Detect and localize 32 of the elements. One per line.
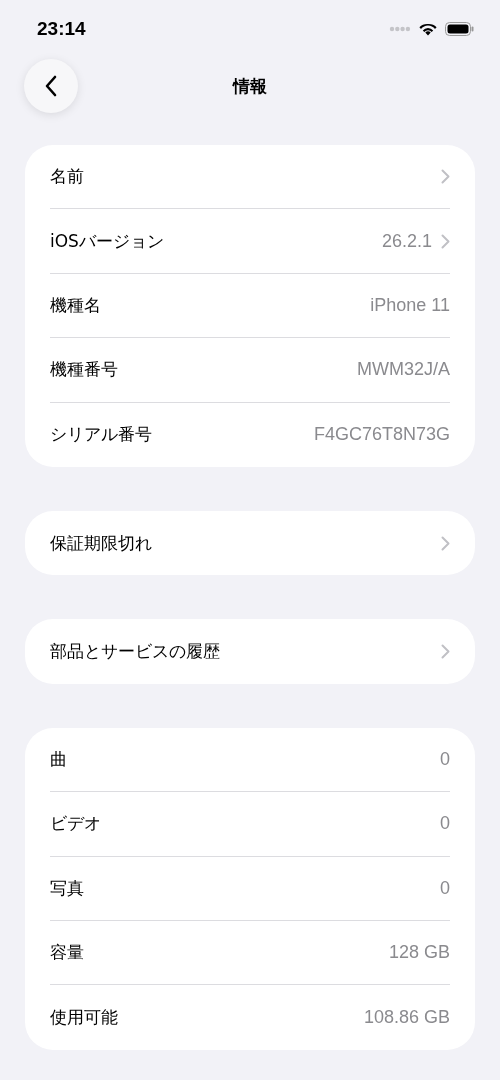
row-label: シリアル番号 [50, 423, 152, 447]
row-label: 保証期限切れ [50, 531, 152, 555]
row-value: iPhone 11 [370, 294, 450, 316]
chevron-icon[interactable] [441, 535, 450, 551]
nav-title: 情報 [233, 74, 267, 98]
row-label: iOSバージョン [50, 229, 164, 253]
chevron-icon[interactable] [441, 169, 450, 185]
row-label: 使用可能 [50, 1006, 118, 1029]
row-value: 108.86 GB [363, 1007, 450, 1028]
battery-icon [445, 22, 474, 36]
row-value: 26.2.1 [381, 230, 432, 252]
row-label: 機種名 [50, 293, 101, 317]
back-button[interactable] [24, 59, 78, 113]
row-value: 128 GB [388, 942, 450, 964]
row-label: 容量 [50, 941, 84, 965]
signal-icon [389, 26, 411, 32]
row-value: 0 [440, 748, 450, 770]
chevron-icon[interactable] [441, 233, 450, 249]
row-label: 曲 [50, 747, 67, 771]
row-label: 名前 [50, 165, 84, 189]
chevron-left-icon [44, 75, 58, 97]
row-label: 機種番号 [50, 358, 118, 382]
chevron-icon[interactable] [441, 644, 450, 660]
row-label: 写真 [50, 876, 84, 900]
wifi-icon [419, 22, 437, 36]
row-value: 0 [440, 813, 450, 835]
row-value: MWM32J/A [357, 359, 450, 381]
row-value: F4GC76T8N73G [313, 424, 450, 446]
status-time: 23:14 [37, 18, 86, 40]
row-value: 0 [440, 877, 450, 899]
row-label: 部品とサービスの履歴 [50, 640, 220, 664]
row-label: ビデオ [50, 812, 101, 836]
